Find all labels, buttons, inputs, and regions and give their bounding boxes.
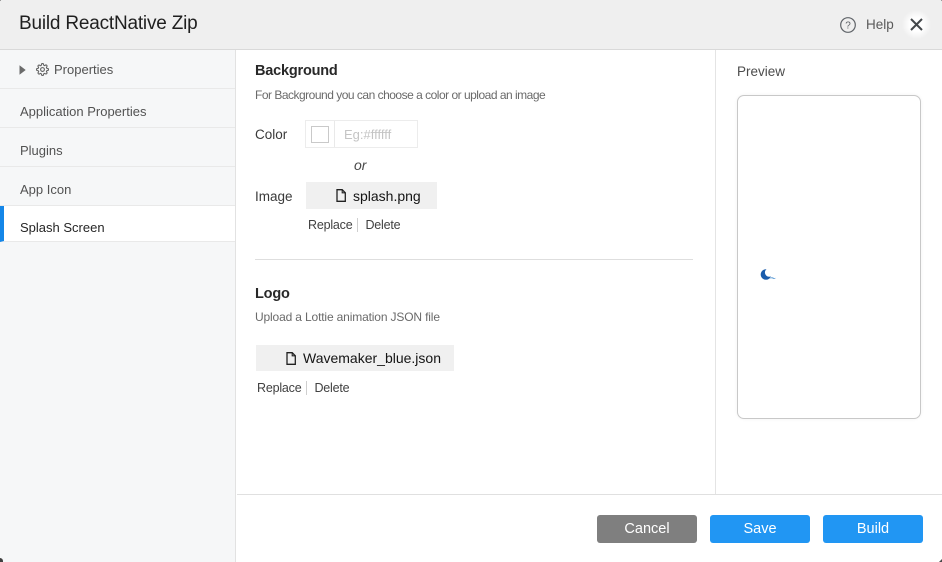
- svg-text:?: ?: [845, 21, 851, 32]
